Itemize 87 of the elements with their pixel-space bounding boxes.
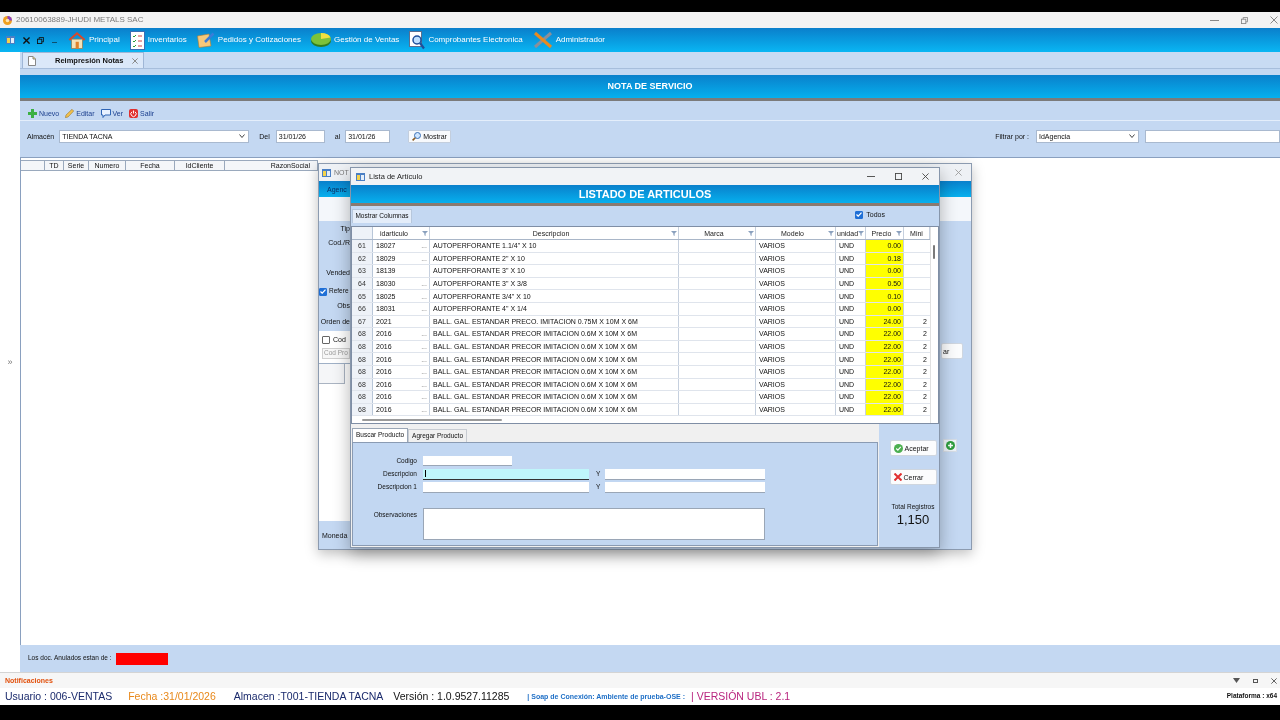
text-field[interactable] <box>423 482 589 493</box>
close-icon <box>955 169 962 176</box>
plus-icon <box>28 109 37 118</box>
checkmark-icon <box>320 289 326 294</box>
minimize-icon <box>52 41 57 43</box>
form-background <box>940 197 971 221</box>
power-icon <box>129 109 139 118</box>
restore-icon <box>1241 16 1248 24</box>
text-field[interactable] <box>423 456 512 466</box>
menu-item[interactable]: Pedidos y Cotizaciones <box>196 32 301 48</box>
pencil-icon <box>65 109 75 118</box>
checklist-icon <box>129 30 145 50</box>
plus-circle-icon <box>945 441 955 450</box>
checkbox[interactable] <box>322 335 330 344</box>
close-icon <box>922 173 929 180</box>
close-button[interactable] <box>922 173 929 180</box>
total-count: 1,150 <box>896 512 930 526</box>
dialog-heading: LISTADO DE ARTICULOS <box>578 188 712 200</box>
version-status: Versión : 1.0.9527.11285 <box>393 691 510 702</box>
page-title: NOTA DE SERVICIO <box>607 82 693 91</box>
speech-bubble-icon <box>100 109 111 118</box>
text-area[interactable] <box>423 508 765 540</box>
window-icon <box>6 36 15 44</box>
minimize-icon <box>867 176 875 177</box>
restore-button[interactable] <box>1241 16 1248 24</box>
text-field[interactable] <box>605 482 766 493</box>
text-field[interactable] <box>423 468 589 480</box>
checkbox[interactable] <box>855 210 864 219</box>
form-background <box>319 197 350 221</box>
minimize-button[interactable] <box>1210 19 1219 21</box>
chevron-down-icon <box>1129 134 1135 138</box>
tab-close-button[interactable] <box>132 57 139 64</box>
close-button[interactable] <box>1270 16 1278 24</box>
text-cursor-icon <box>425 470 426 477</box>
collapse-button[interactable] <box>1233 678 1240 683</box>
pie-chart-icon <box>311 33 331 47</box>
close-button[interactable] <box>1271 677 1277 684</box>
user-status: Usuario : 006-VENTAS <box>5 691 113 702</box>
filter-icon[interactable] <box>422 230 428 236</box>
filter-icon[interactable] <box>858 230 865 236</box>
filter-icon[interactable] <box>671 230 677 236</box>
window-title: 20610063889-JHUDI METALS SAC <box>16 16 144 24</box>
maximize-button[interactable] <box>895 173 902 180</box>
menu-item[interactable]: Administrador <box>532 31 605 49</box>
document-icon <box>28 55 36 66</box>
menu-item[interactable]: Gestión de Ventas <box>311 33 400 47</box>
close-icon <box>1270 16 1278 24</box>
scrollbar-thumb[interactable] <box>362 418 502 421</box>
chevron-down-icon <box>239 134 246 138</box>
check-circle-icon <box>893 443 903 453</box>
date-status: Fecha :31/01/2026 <box>128 691 216 702</box>
close-icon <box>893 473 902 481</box>
close-icon <box>1271 677 1277 684</box>
restore-button[interactable] <box>37 36 44 44</box>
filter-text-field[interactable] <box>1145 129 1280 143</box>
ubl-version-status: | VERSIÓN UBL : 2.1 <box>691 691 791 702</box>
window-icon <box>322 168 331 177</box>
close-button[interactable] <box>23 36 30 44</box>
close-icon <box>23 36 30 44</box>
maximize-icon <box>895 173 902 180</box>
menu-item[interactable]: Principal <box>68 31 120 49</box>
filter-icon[interactable] <box>748 230 754 236</box>
minimize-button[interactable] <box>52 41 57 43</box>
house-icon <box>68 31 86 49</box>
text-field[interactable] <box>605 468 766 480</box>
crossed-tools-icon <box>532 31 553 49</box>
checkmark-icon <box>856 212 863 217</box>
checkbox[interactable] <box>319 287 327 296</box>
close-icon <box>132 57 139 64</box>
filter-icon[interactable] <box>828 230 834 236</box>
add-button[interactable] <box>943 439 957 452</box>
triangle-down-icon <box>1233 678 1240 683</box>
store-status: Almacen :T001-TIENDA TACNA <box>233 691 384 702</box>
document-magnifier-icon <box>409 30 426 50</box>
logo-icon <box>3 15 12 25</box>
search-icon <box>412 131 422 141</box>
restore-icon <box>37 36 44 44</box>
menu-item[interactable]: Comprobantes Electronica <box>409 30 523 50</box>
scrollbar-thumb[interactable] <box>933 245 935 259</box>
notepad-pencil-icon <box>196 32 215 48</box>
filter-icon[interactable] <box>896 230 902 236</box>
minimize-icon <box>1210 19 1219 21</box>
menu-item[interactable]: Inventarios <box>129 30 187 50</box>
window-icon <box>356 172 365 181</box>
maximize-button[interactable] <box>1253 678 1258 683</box>
expand-toggle[interactable]: » <box>7 357 13 367</box>
row-header-corner <box>352 227 373 239</box>
